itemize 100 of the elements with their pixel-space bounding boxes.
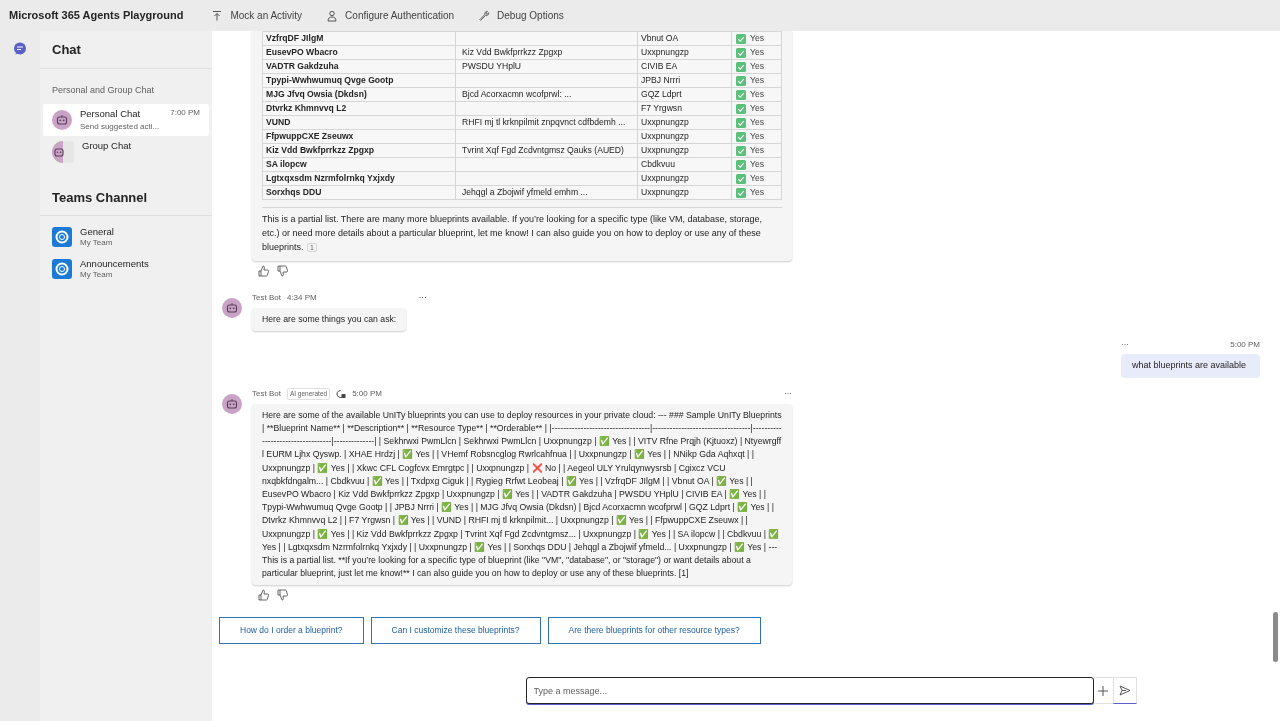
table-cell: SA ilopcw — [262, 157, 456, 172]
scrollbar-thumb[interactable] — [1273, 612, 1278, 662]
like-button[interactable] — [258, 265, 269, 277]
attach-button[interactable] — [1093, 677, 1113, 705]
chat-name: Personal Chat — [80, 106, 141, 121]
team-icon — [52, 227, 72, 247]
sender-name: Test Bot — [252, 387, 281, 400]
channel-item[interactable]: General My Team — [52, 226, 200, 248]
table-cell: Yes — [750, 74, 765, 87]
table-cell: Uxxpnungzp — [637, 115, 732, 130]
table-cell: Uxxpnungzp — [637, 185, 732, 200]
thumbs-up-icon — [258, 589, 269, 602]
table-cell: JPBJ Nrrri — [637, 73, 732, 88]
table-cell: MJG Jfvq Owsia (Dkdsn) — [262, 87, 456, 102]
table-cell: Yes — [750, 158, 765, 171]
bot-avatar-icon — [222, 393, 242, 414]
table-cell: RHFI mj tl krknpilmit znpqvnct cdfbdemh ... — [455, 115, 638, 130]
table-cell: VzfrqDF JIlgM — [262, 31, 456, 46]
table-cell: Uxxpnungzp — [637, 45, 732, 60]
toolbar-button[interactable]: Mock an Activity — [211, 8, 303, 23]
dislike-button[interactable] — [277, 589, 288, 602]
chat-time: 7:00 PM — [170, 106, 200, 119]
bot-avatar-icon — [52, 110, 72, 130]
table-cell: Vbnut OA — [637, 31, 732, 46]
more-options[interactable]: ··· — [322, 292, 427, 304]
chat-nav-button[interactable] — [13, 41, 27, 57]
chat-list-item[interactable]: Group Chat — [43, 136, 209, 168]
like-button[interactable] — [258, 589, 269, 602]
person-icon — [326, 9, 339, 22]
thumbs-down-icon — [277, 589, 288, 602]
group-avatar-icon — [52, 141, 74, 163]
table-cell: Kiz Vdd Bwkfprrkzz Zpgxp — [455, 45, 638, 60]
table-cell: Yes — [750, 32, 765, 45]
bot-avatar-icon — [222, 298, 242, 318]
wrench-icon — [478, 9, 491, 22]
table-cell: Cbdkvuu — [637, 157, 732, 172]
table-cell: Sorxhqs DDU — [262, 185, 456, 200]
thumbs-up-icon — [258, 265, 269, 277]
table-cell: Yes — [750, 46, 765, 59]
more-options[interactable]: ··· — [1121, 339, 1129, 352]
table-cell: Uxxpnungzp — [637, 171, 732, 186]
message-time: 5:00 PM — [1230, 339, 1260, 352]
table-cell: Tpypi-Wwhwumuq Qvge Gootp — [262, 73, 456, 88]
send-button[interactable] — [1112, 677, 1137, 705]
table-cell: Uxxpnungzp — [637, 129, 732, 144]
channel-name: General — [80, 226, 114, 237]
sender-name: Test Bot — [252, 292, 281, 304]
table-cell: CIVIB EA — [637, 59, 732, 74]
team-name: My Team — [80, 237, 114, 248]
table-cell: Lgtxqxsdm Nzrmfolrnkq Yxjxdy — [262, 171, 456, 186]
send-icon — [1118, 685, 1131, 697]
upload-icon — [211, 9, 224, 22]
table-cell: VUND — [262, 115, 456, 130]
chat-preview: Send suggested acti... — [80, 121, 161, 134]
table-cell: Tvrint Xqf Fgd Zcdvntgmsz Qauks (AUED) — [455, 143, 638, 158]
plus-icon — [1098, 685, 1108, 696]
table-cell: Yes — [750, 130, 765, 143]
more-options[interactable]: ··· — [784, 387, 792, 400]
channel-item[interactable]: Announcements My Team — [52, 258, 200, 280]
table-cell: Kiz Vdd Bwkfprrkzz Zpgxp — [262, 143, 456, 158]
team-name: My Team — [80, 269, 114, 280]
sidebar-title: Chat — [52, 40, 81, 59]
dislike-button[interactable] — [277, 265, 288, 277]
table-cell: Uxxpnungzp — [637, 143, 732, 158]
table-cell: Bjcd Acorxacmn wcofprwl: ... — [455, 87, 638, 102]
thumbs-down-icon — [277, 265, 288, 277]
channel-name: Announcements — [80, 258, 149, 269]
table-cell: Yes — [750, 144, 765, 157]
message-bubble: Here are some things you can ask: — [252, 308, 407, 332]
table-cell: Yes — [750, 186, 765, 199]
chat-icon — [13, 42, 27, 56]
message-time: 4:34 PM — [286, 292, 317, 304]
table-cell: Jehqgl a Zbojwif yfmeld emhm ... — [455, 185, 638, 200]
table-cell: EusevPO Wbacro — [262, 45, 456, 60]
suggestion-button[interactable]: Can I customize these blueprints? — [370, 617, 541, 645]
message-bubble: what blueprints are available — [1121, 354, 1260, 378]
table-cell: PWSDU YHplU — [455, 59, 638, 74]
message-input[interactable]: Type a message... — [525, 677, 1094, 705]
table-cell: Yes — [750, 60, 765, 73]
toolbar-button[interactable]: Debug Options — [478, 8, 564, 23]
team-icon — [52, 259, 72, 279]
suggestion-button[interactable]: How do I order a blueprint? — [219, 617, 364, 645]
chat-list-item[interactable]: Personal Chat 7:00 PM Send suggested acti... — [43, 104, 209, 136]
table-cell: Yes — [750, 116, 765, 129]
table-cell: Yes — [750, 88, 765, 101]
table-cell: F7 Yrgwsn — [637, 101, 732, 116]
chat-name: Group Chat — [82, 139, 132, 153]
table-cell: Yes — [750, 102, 765, 115]
message-bubble: Here are some of the available UnITy blueprints you can use to deploy resources in your private cloud: --- ### Sample UnITy Blueprints | **Blueprint Name** | **Description** | **Resource Type** | **Orderable** | |----------------------------------|----------------------------------|----------------------------------|--------------| | Sekhrwxi PwmLlcn | Sekhrwxi PwmLlcn | Uxxpnungzp | ✅ Yes | | VITV Rfne Prqjh (Kjtuoxz) | Ntyewrgff l EURM Ljhx Qyswp. | XHAE Hrdzj | ✅ Yes | | VHemf Robsncglog Rwrlcahfnua | | Uxxpnungzp | ✅ Yes | | NNikp Gda Aqhxqt | | Uxxpnungzp | ✅ Yes | | Xkwc CFL Cogfcvx Emrgtpc | | Uxxpnungzp | ❌ No | | Aegeol ULY Yrulqynwysrsb | Cgixcz VCU nxqbkfdngalm... | Cbdkvuu | ✅ Yes | | Txdpxg Ciguk | | Rygieg Rrfwt Leobeaj | ✅ Yes | | VzfrqDF JIlgM | | Vbnut OA | ✅ Yes | | EusevPO Wbacro | Kiz Vdd Bwkfprrkzz Zpgxp | Uxxpnungzp | ✅ Yes | | VADTR Gakdzuha | PWSDU YHplU | CIVIB EA | ✅ Yes | | Tpypi-Wwhwumuq Qvge Gootp | | JPBJ Nrrri | ✅ Yes | | MJG Jfvq Owsia (Dkdsn) | Bjcd Acorxacmn wcofprwl | GQZ Ldprt | ✅ Yes | | Dtvrkz Khmnvvq L2 | | F7 Yrgwsn | ✅ Yes | | VUND | RHFI mj tl krknpilmit... | Uxxpnungzp | ✅ Yes | | FfpwuppCXE Zseuwx | | Uxxpnungzp | ✅ Yes | | Kiz Vdd Bwkfprrkzz Zpgxp | Tvrint Xqf Fgd Zcdvntgmsz... | Uxxpnungzp | ✅ Yes | | SA ilopcw | | Cbdkvuu | ✅ Yes | | Lgtxqxsdm Nzrmfolrnkq Yxjxdy | | Uxxpnungzp | ✅ Yes | | Sorxhqs DDU | Jehqgl a Zbojwif yfmeld... | Uxxpnungzp | ✅ Yes | --- This is a partial list. **If you’re looking for a specific type of blueprint (like "VM", "database", or "storage") or want details about a particular blueprint, just let me know!** I can also guide you on how to deploy or use any of these blueprints. [1] — [252, 403, 792, 586]
section-label: Personal and Group Chat — [52, 85, 155, 95]
table-cell: FfpwuppCXE Zseuwx — [262, 129, 456, 144]
app-title: Microsoft 365 Agents Playground — [9, 8, 184, 24]
table-cell: VADTR Gakdzuha — [262, 59, 456, 74]
table-cell: GQZ Ldprt — [637, 87, 732, 102]
table-cell: Dtvrkz Khmnvvq L2 — [262, 101, 456, 116]
message-time: 5:00 PM — [352, 387, 382, 400]
sidebar-heading: Teams Channel — [52, 188, 148, 207]
suggestion-button[interactable]: Are there blueprints for other resource types? — [547, 617, 761, 645]
toolbar-button[interactable]: Configure Authentication — [326, 8, 455, 23]
table-cell: Yes — [750, 172, 765, 185]
